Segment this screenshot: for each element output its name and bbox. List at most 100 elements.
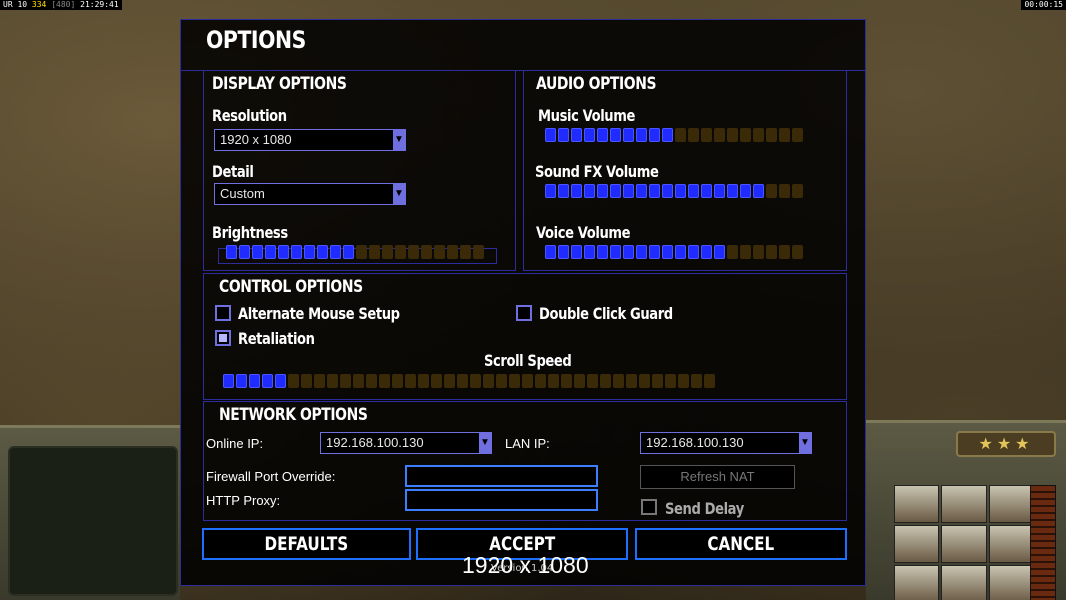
http-proxy-input[interactable] [405, 489, 598, 511]
slider-segment[interactable] [330, 245, 341, 259]
slider-segment[interactable] [421, 245, 432, 259]
slider-segment[interactable] [779, 128, 790, 142]
slider-segment[interactable] [434, 245, 445, 259]
slider-segment[interactable] [496, 374, 507, 388]
slider-segment[interactable] [340, 374, 351, 388]
slider-segment[interactable] [665, 374, 676, 388]
slider-segment[interactable] [265, 245, 276, 259]
slider-segment[interactable] [226, 245, 237, 259]
slider-segment[interactable] [288, 374, 299, 388]
slider-segment[interactable] [662, 184, 673, 198]
music-volume-slider[interactable] [545, 128, 803, 142]
chevron-down-icon[interactable]: ▼ [393, 184, 405, 204]
refresh-nat-button[interactable]: Refresh NAT [640, 465, 795, 489]
slider-segment[interactable] [636, 128, 647, 142]
slider-segment[interactable] [766, 128, 777, 142]
slider-segment[interactable] [691, 374, 702, 388]
slider-segment[interactable] [714, 184, 725, 198]
slider-segment[interactable] [395, 245, 406, 259]
slider-segment[interactable] [626, 374, 637, 388]
slider-segment[interactable] [792, 245, 803, 259]
slider-segment[interactable] [675, 128, 686, 142]
slider-segment[interactable] [600, 374, 611, 388]
slider-segment[interactable] [623, 245, 634, 259]
slider-segment[interactable] [392, 374, 403, 388]
online-ip-dropdown[interactable]: 192.168.100.130 ▼ [320, 432, 492, 454]
slider-segment[interactable] [636, 245, 647, 259]
slider-segment[interactable] [558, 245, 569, 259]
slider-segment[interactable] [766, 245, 777, 259]
slider-segment[interactable] [792, 128, 803, 142]
detail-dropdown[interactable]: Custom ▼ [214, 183, 406, 205]
slider-segment[interactable] [597, 128, 608, 142]
slider-segment[interactable] [558, 184, 569, 198]
slider-segment[interactable] [545, 184, 556, 198]
slider-segment[interactable] [473, 245, 484, 259]
slider-segment[interactable] [548, 374, 559, 388]
slider-segment[interactable] [688, 184, 699, 198]
slider-segment[interactable] [574, 374, 585, 388]
slider-segment[interactable] [636, 184, 647, 198]
slider-segment[interactable] [304, 245, 315, 259]
slider-segment[interactable] [483, 374, 494, 388]
slider-segment[interactable] [343, 245, 354, 259]
slider-segment[interactable] [509, 374, 520, 388]
slider-segment[interactable] [639, 374, 650, 388]
slider-segment[interactable] [662, 245, 673, 259]
slider-segment[interactable] [278, 245, 289, 259]
slider-segment[interactable] [571, 245, 582, 259]
slider-segment[interactable] [239, 245, 250, 259]
chevron-down-icon[interactable]: ▼ [479, 433, 491, 453]
slider-segment[interactable] [431, 374, 442, 388]
slider-segment[interactable] [792, 184, 803, 198]
retaliation-checkbox[interactable] [215, 330, 231, 346]
slider-segment[interactable] [701, 184, 712, 198]
slider-segment[interactable] [662, 128, 673, 142]
slider-segment[interactable] [649, 245, 660, 259]
slider-segment[interactable] [649, 184, 660, 198]
slider-segment[interactable] [740, 184, 751, 198]
slider-segment[interactable] [610, 184, 621, 198]
double-click-guard-checkbox[interactable] [516, 305, 532, 321]
slider-segment[interactable] [571, 184, 582, 198]
slider-segment[interactable] [623, 128, 634, 142]
slider-segment[interactable] [714, 128, 725, 142]
slider-segment[interactable] [597, 184, 608, 198]
firewall-port-input[interactable] [405, 465, 598, 487]
slider-segment[interactable] [701, 128, 712, 142]
slider-segment[interactable] [727, 184, 738, 198]
slider-segment[interactable] [610, 128, 621, 142]
slider-segment[interactable] [545, 128, 556, 142]
slider-segment[interactable] [779, 245, 790, 259]
slider-segment[interactable] [714, 245, 725, 259]
slider-segment[interactable] [740, 245, 751, 259]
scroll-speed-slider[interactable] [223, 374, 715, 388]
slider-segment[interactable] [369, 245, 380, 259]
slider-segment[interactable] [353, 374, 364, 388]
slider-segment[interactable] [766, 184, 777, 198]
alternate-mouse-checkbox[interactable] [215, 305, 231, 321]
slider-segment[interactable] [701, 245, 712, 259]
slider-segment[interactable] [356, 245, 367, 259]
sound-fx-volume-slider[interactable] [545, 184, 803, 198]
slider-segment[interactable] [688, 128, 699, 142]
slider-segment[interactable] [522, 374, 533, 388]
slider-segment[interactable] [584, 245, 595, 259]
slider-segment[interactable] [249, 374, 260, 388]
slider-segment[interactable] [753, 128, 764, 142]
cancel-button[interactable]: CANCEL [635, 528, 847, 560]
resolution-dropdown[interactable]: 1920 x 1080 ▼ [214, 129, 406, 151]
slider-segment[interactable] [727, 245, 738, 259]
chevron-down-icon[interactable]: ▼ [393, 130, 405, 150]
slider-segment[interactable] [740, 128, 751, 142]
defaults-button[interactable]: DEFAULTS [202, 528, 411, 560]
slider-segment[interactable] [675, 245, 686, 259]
slider-segment[interactable] [470, 374, 481, 388]
chevron-down-icon[interactable]: ▼ [799, 433, 811, 453]
slider-segment[interactable] [447, 245, 458, 259]
slider-segment[interactable] [623, 184, 634, 198]
slider-segment[interactable] [366, 374, 377, 388]
slider-segment[interactable] [704, 374, 715, 388]
slider-segment[interactable] [535, 374, 546, 388]
slider-segment[interactable] [408, 245, 419, 259]
